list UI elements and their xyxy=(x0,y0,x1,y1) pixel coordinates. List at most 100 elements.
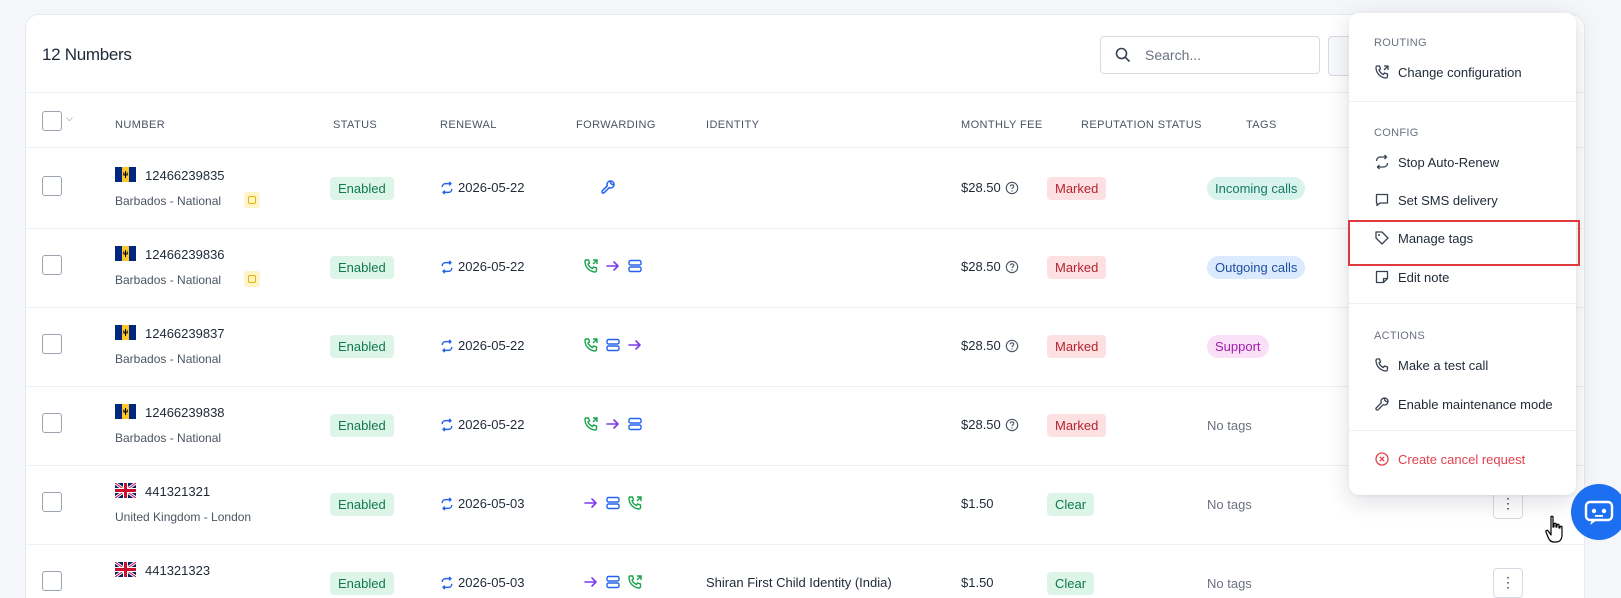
forwarding-icons[interactable] xyxy=(583,258,643,279)
phone-number[interactable]: 12466239838 xyxy=(145,405,225,420)
menu-divider xyxy=(1349,303,1576,304)
renewal-date: 2026-05-22 xyxy=(440,338,525,353)
menu-item-label: Create cancel request xyxy=(1398,451,1526,467)
barbados-flag-icon xyxy=(115,246,136,261)
col-number[interactable]: NUMBER xyxy=(115,119,165,131)
arrow-right-icon xyxy=(583,574,599,595)
select-all-checkbox[interactable] xyxy=(42,111,62,131)
menu-item-label: Set SMS delivery xyxy=(1398,192,1498,208)
wrench-icon xyxy=(1375,397,1389,411)
row-checkbox[interactable] xyxy=(42,492,62,512)
no-tags-text: No tags xyxy=(1207,497,1252,512)
support-chat-button[interactable] xyxy=(1571,484,1621,540)
renewal-date-text: 2026-05-22 xyxy=(458,417,525,432)
menu-item-change-configuration[interactable]: Change configuration xyxy=(1374,62,1522,82)
row-more-button[interactable]: ⋮ xyxy=(1493,568,1523,598)
forwarding-icons[interactable] xyxy=(600,179,616,200)
renewal-date: 2026-05-22 xyxy=(440,259,525,274)
col-reputation-status[interactable]: REPUTATION STATUS xyxy=(1081,119,1202,131)
phone-number[interactable]: 12466239835 xyxy=(145,168,225,183)
monthly-fee-value: $1.50 xyxy=(961,575,994,590)
message-icon xyxy=(1375,193,1389,207)
row-checkbox[interactable] xyxy=(42,571,62,591)
help-circle-icon[interactable] xyxy=(1005,339,1019,353)
row-checkbox[interactable] xyxy=(42,413,62,433)
col-monthly-fee[interactable]: MONTHLY FEE xyxy=(961,119,1043,131)
help-circle-icon[interactable] xyxy=(1005,418,1019,432)
menu-item-label: Enable maintenance mode xyxy=(1398,396,1553,412)
col-tags[interactable]: TAGS xyxy=(1246,119,1277,131)
server-icon xyxy=(605,337,621,358)
row-checkbox[interactable] xyxy=(42,255,62,275)
status-badge: Enabled xyxy=(330,414,394,437)
page-title: 12 Numbers xyxy=(42,45,132,64)
renewal-date-text: 2026-05-03 xyxy=(458,496,525,511)
renewal-date: 2026-05-03 xyxy=(440,575,525,590)
phone-number[interactable]: 12466239837 xyxy=(145,326,225,341)
forwarding-icons[interactable] xyxy=(583,416,643,437)
monthly-fee-value: $28.50 xyxy=(961,338,1001,353)
uk-flag-icon xyxy=(115,562,136,577)
col-identity[interactable]: IDENTITY xyxy=(706,119,759,131)
no-tags-text: No tags xyxy=(1207,418,1252,433)
menu-item-label: Edit note xyxy=(1398,269,1450,285)
renewal-date-text: 2026-05-22 xyxy=(458,259,525,274)
note-icon[interactable] xyxy=(244,271,260,287)
uk-flag-icon xyxy=(115,483,136,498)
note-icon[interactable] xyxy=(244,192,260,208)
monthly-fee: $1.50 xyxy=(961,496,994,511)
number-location: Barbados - National xyxy=(115,431,222,445)
menu-item-make-test-call[interactable]: Make a test call xyxy=(1374,355,1488,375)
reputation-badge: Marked xyxy=(1047,335,1107,358)
tag-badge[interactable]: Support xyxy=(1207,335,1269,358)
table-row[interactable]: 441321323 Enabled 2026-05-03 Shiran First C… xyxy=(26,543,1584,598)
renewal-date-text: 2026-05-22 xyxy=(458,338,525,353)
col-status[interactable]: STATUS xyxy=(333,119,377,131)
col-renewal[interactable]: RENEWAL xyxy=(440,119,497,131)
number-location: Barbados - National xyxy=(115,194,222,208)
row-checkbox[interactable] xyxy=(42,176,62,196)
forwarding-icons[interactable] xyxy=(583,574,643,595)
arrow-right-icon xyxy=(605,416,621,437)
menu-item-edit-note[interactable]: Edit note xyxy=(1374,267,1449,287)
help-circle-icon[interactable] xyxy=(1005,260,1019,274)
status-badge: Enabled xyxy=(330,256,394,279)
identity[interactable]: Shiran First Child Identity (India) xyxy=(706,575,892,590)
phone-forward-icon xyxy=(583,258,599,279)
renewal-date: 2026-05-22 xyxy=(440,180,525,195)
reputation-badge: Marked xyxy=(1047,414,1107,437)
phone-number[interactable]: 12466239836 xyxy=(145,247,225,262)
chevron-down-icon[interactable]: ⌵ xyxy=(66,113,73,124)
renewal-date: 2026-05-03 xyxy=(440,496,525,511)
menu-divider xyxy=(1349,430,1576,431)
tag-badge[interactable]: Incoming calls xyxy=(1207,177,1306,200)
monthly-fee: $28.50 xyxy=(961,180,1019,195)
monthly-fee-value: $28.50 xyxy=(961,259,1001,274)
menu-item-create-cancel-request[interactable]: Create cancel request xyxy=(1374,449,1525,469)
menu-section-actions: ACTIONS xyxy=(1374,330,1425,342)
phone-forward-icon xyxy=(583,337,599,358)
monthly-fee: $1.50 xyxy=(961,575,994,590)
menu-section-config: CONFIG xyxy=(1374,127,1419,139)
phone-number[interactable]: 441321321 xyxy=(145,484,210,499)
menu-item-enable-maintenance-mode[interactable]: Enable maintenance mode xyxy=(1374,394,1553,414)
tag-badge[interactable]: Outgoing calls xyxy=(1207,256,1306,279)
server-icon xyxy=(605,574,621,595)
menu-item-set-sms-delivery[interactable]: Set SMS delivery xyxy=(1374,190,1498,210)
forwarding-icons[interactable] xyxy=(583,495,643,516)
phone-icon xyxy=(1375,358,1389,372)
search-input[interactable] xyxy=(1145,45,1310,65)
search-box[interactable] xyxy=(1100,36,1320,74)
row-checkbox[interactable] xyxy=(42,334,62,354)
menu-item-stop-auto-renew[interactable]: Stop Auto-Renew xyxy=(1374,152,1499,172)
renewal-date: 2026-05-22 xyxy=(440,417,525,432)
phone-forward-icon xyxy=(627,574,643,595)
help-circle-icon[interactable] xyxy=(1005,181,1019,195)
phone-number[interactable]: 441321323 xyxy=(145,563,210,578)
server-icon xyxy=(627,416,643,437)
forwarding-icons[interactable] xyxy=(583,337,643,358)
more-vertical-icon: ⋮ xyxy=(1501,495,1515,511)
barbados-flag-icon xyxy=(115,404,136,419)
col-forwarding[interactable]: FORWARDING xyxy=(576,119,656,131)
hand-cursor-icon xyxy=(1545,515,1563,543)
